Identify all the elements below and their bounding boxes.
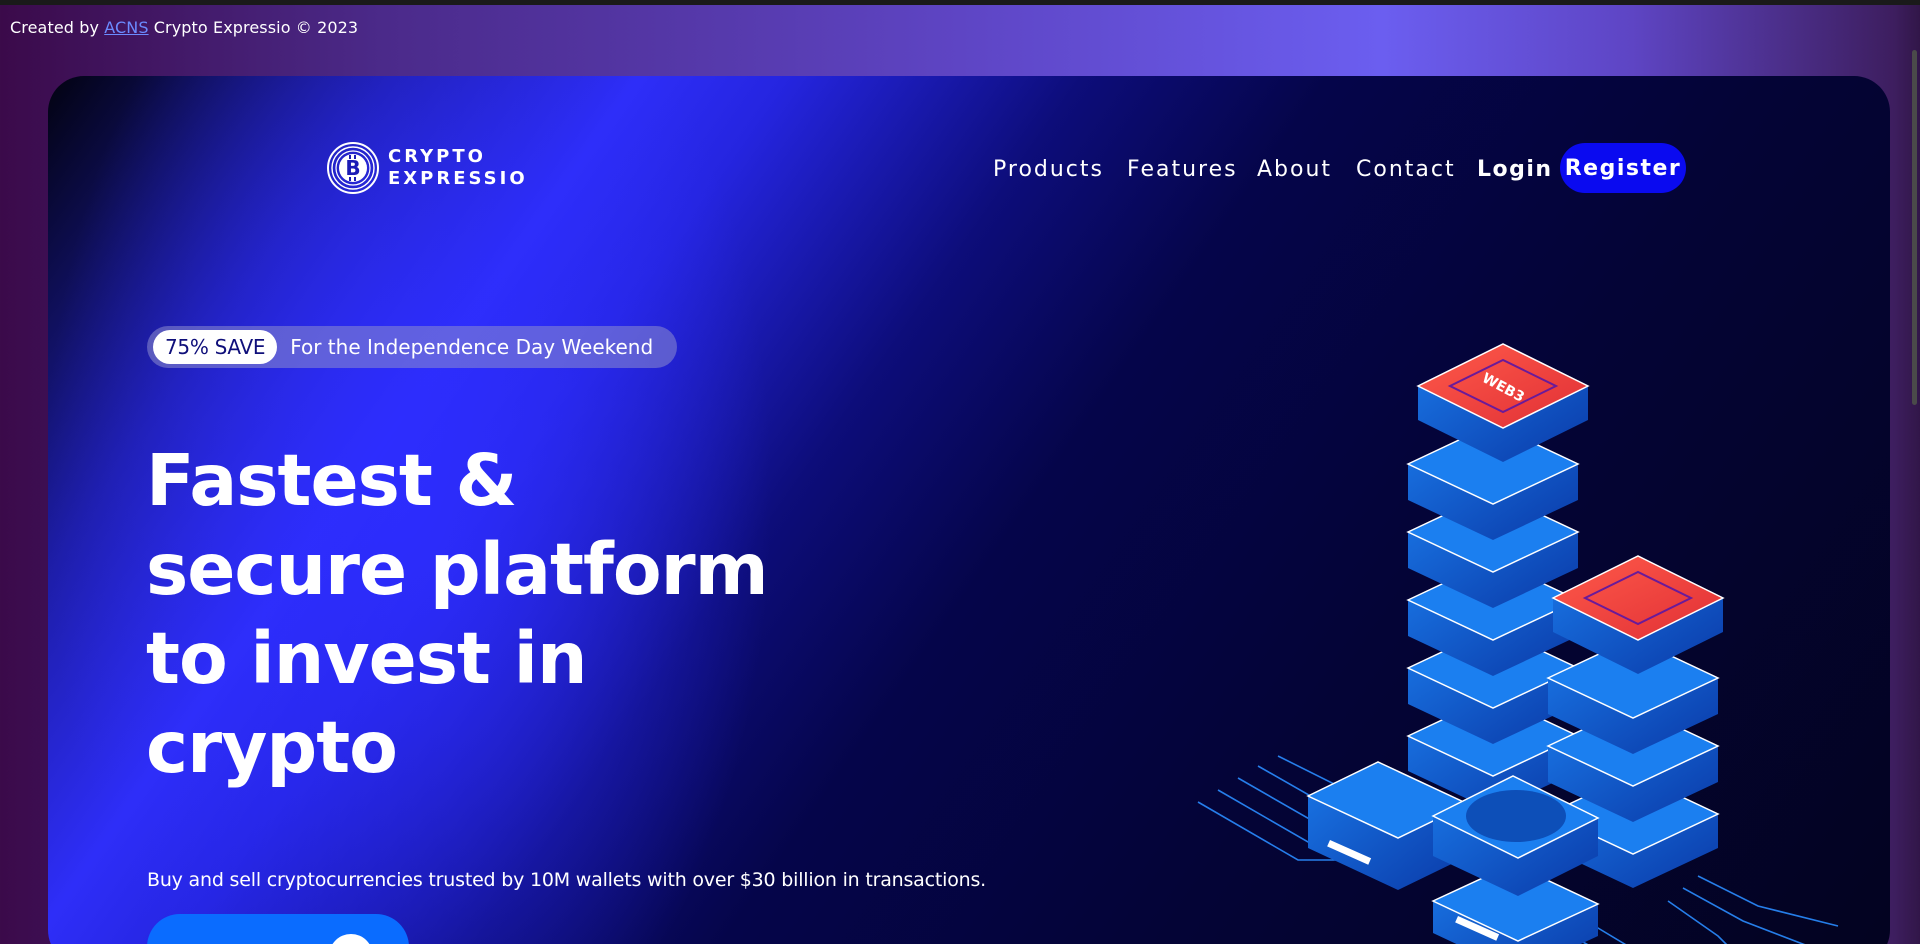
credit-suffix: Crypto Expressio © 2023 bbox=[153, 18, 359, 37]
browser-top-strip bbox=[0, 0, 1920, 5]
hero-card: B CRYPTO EXPRESSIO Products Features Abo… bbox=[48, 76, 1890, 944]
headline-line-1: Fastest & bbox=[146, 439, 517, 522]
nav-contact[interactable]: Contact bbox=[1356, 157, 1456, 182]
login-link[interactable]: Login bbox=[1477, 157, 1553, 182]
credit-prefix: Created by bbox=[10, 18, 100, 37]
arrow-circle-icon bbox=[329, 934, 373, 944]
server-stack-illustration: WEB3 bbox=[1197, 343, 1839, 944]
promo-text: For the Independence Day Weekend bbox=[290, 335, 654, 359]
nav-about[interactable]: About bbox=[1257, 157, 1332, 182]
main-nav: Products Features About Contact Login Re… bbox=[48, 143, 1890, 195]
credit-line: Created by ACNS Crypto Expressio © 2023 bbox=[10, 18, 358, 37]
headline-line-4: crypto bbox=[146, 706, 398, 789]
promo-badge: 75% SAVE bbox=[153, 330, 278, 364]
nav-features[interactable]: Features bbox=[1127, 157, 1238, 182]
page-scrollbar[interactable] bbox=[1894, 5, 1920, 944]
credit-link[interactable]: ACNS bbox=[104, 18, 148, 37]
promo-banner[interactable]: 75% SAVE For the Independence Day Weeken… bbox=[147, 326, 677, 368]
register-button[interactable]: Register bbox=[1560, 143, 1686, 193]
headline-line-3: to invest in bbox=[146, 617, 588, 700]
hero-subtext: Buy and sell cryptocurrencies trusted by… bbox=[147, 869, 986, 891]
headline-line-2: secure platform bbox=[146, 528, 769, 611]
hero-headline: Fastest & secure platform to invest in c… bbox=[146, 436, 846, 792]
nav-products[interactable]: Products bbox=[993, 157, 1104, 182]
get-started-button[interactable] bbox=[147, 914, 409, 944]
scrollbar-thumb[interactable] bbox=[1912, 50, 1917, 405]
